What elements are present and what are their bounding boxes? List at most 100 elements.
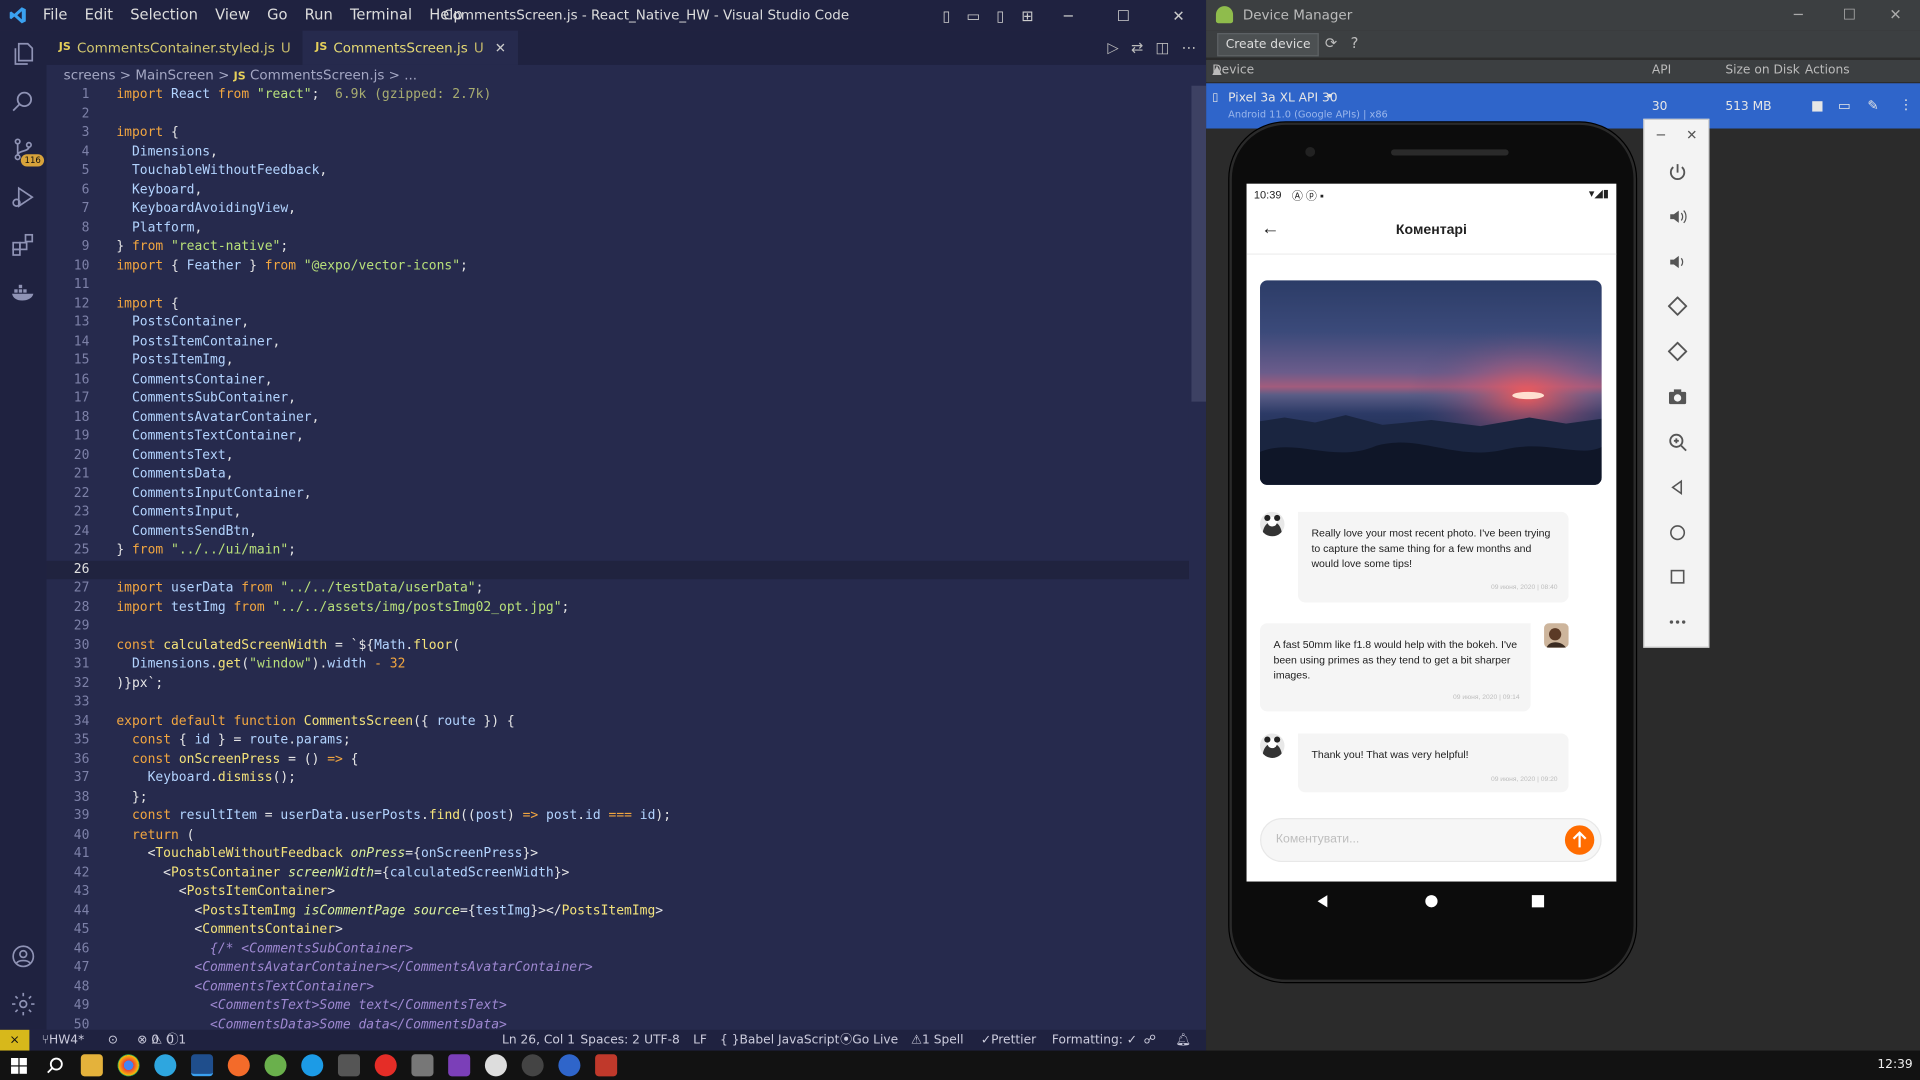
code-line[interactable]: 35 const { id } = route.params;	[47, 731, 1207, 750]
code-line[interactable]: 8 Platform,	[47, 219, 1207, 238]
screenshot-camera-icon[interactable]	[1645, 378, 1711, 415]
code-line[interactable]: 21 CommentsData,	[47, 465, 1207, 484]
code-line[interactable]: 23 CommentsInput,	[47, 503, 1207, 522]
run-file-icon[interactable]: ▷	[1107, 39, 1118, 56]
code-line[interactable]: 14 PostsItemContainer,	[47, 332, 1207, 351]
encoding[interactable]: UTF-8	[644, 1030, 680, 1051]
minimize-panel-icon[interactable]: ─	[1657, 127, 1665, 143]
spell-status[interactable]: ⚠ 1 Spell	[911, 1030, 964, 1051]
source-control-icon[interactable]: 116	[0, 126, 47, 173]
prettier-status[interactable]: ✓ Prettier	[981, 1030, 1036, 1051]
rotate-left-icon[interactable]	[1645, 288, 1711, 325]
code-line[interactable]: 1 import React from "react"; 6.9k (gzippe…	[47, 86, 1207, 105]
code-line[interactable]: 50 <CommentsData>Some data</CommentsData…	[47, 1016, 1207, 1030]
code-line[interactable]: 7 KeyboardAvoidingView,	[47, 200, 1207, 219]
indentation[interactable]: Spaces: 2	[580, 1030, 640, 1051]
tab-comments-container-styled[interactable]: JS CommentsContainer.styled.js U	[47, 31, 303, 65]
end-of-line[interactable]: LF	[693, 1030, 707, 1051]
menu-item-go[interactable]: Go	[259, 0, 297, 31]
maximize-button[interactable]: ☐	[1096, 0, 1151, 31]
code-line[interactable]: 43 <PostsItemContainer>	[47, 883, 1207, 902]
code-line[interactable]: 26	[46, 560, 1207, 580]
code-line[interactable]: 38 };	[47, 788, 1207, 807]
back-triangle-icon[interactable]	[1645, 469, 1711, 506]
home-circle-icon[interactable]	[1645, 514, 1711, 551]
breadcrumb-item[interactable]: MainScreen	[135, 67, 213, 83]
code-line[interactable]: 27 import userData from "../../testData/u…	[47, 579, 1207, 598]
rotate-right-icon[interactable]	[1645, 333, 1711, 370]
breadcrumb-item[interactable]: screens	[64, 67, 116, 83]
explorer-icon[interactable]	[0, 31, 47, 78]
code-line[interactable]: 3 import {	[47, 124, 1207, 143]
app-icon[interactable]	[558, 1054, 581, 1077]
more-options-icon[interactable]	[1645, 604, 1711, 641]
vscode-taskbar-icon[interactable]	[191, 1054, 214, 1077]
code-line[interactable]: 31 Dimensions.get("window").width - 32	[47, 655, 1207, 674]
account-icon[interactable]	[0, 933, 47, 980]
code-line[interactable]: 19 CommentsTextContainer,	[47, 427, 1207, 446]
create-device-button[interactable]: Create device	[1217, 33, 1320, 57]
code-line[interactable]: 34 export default function CommentsScreen…	[47, 712, 1207, 731]
code-line[interactable]: 42 <PostsContainer screenWidth={calculat…	[47, 864, 1207, 883]
code-line[interactable]: 20 CommentsText,	[47, 446, 1207, 465]
vscode-logo-icon[interactable]	[0, 0, 34, 31]
code-line[interactable]: 22 CommentsInputContainer,	[47, 484, 1207, 503]
code-line[interactable]: 16 CommentsContainer,	[47, 370, 1207, 389]
docker-icon[interactable]	[0, 269, 47, 316]
close-tab-icon[interactable]: ✕	[495, 40, 506, 56]
nav-recents-icon[interactable]	[1531, 895, 1545, 908]
power-icon[interactable]	[1645, 154, 1711, 191]
go-live-button[interactable]: ⦿ Go Live	[840, 1030, 898, 1051]
run-debug-icon[interactable]	[0, 174, 47, 221]
editor-scrollbar-thumb[interactable]	[1191, 85, 1207, 402]
code-line[interactable]: 29	[47, 617, 1207, 636]
code-line[interactable]: 4 Dimensions,	[47, 143, 1207, 162]
nav-back-icon[interactable]	[1317, 895, 1328, 908]
minimize-button[interactable]: ─	[1041, 0, 1096, 31]
toggle-panel-icon[interactable]: ▭	[960, 0, 987, 31]
comment-input[interactable]: Коментувати...	[1260, 817, 1602, 863]
breadcrumb-item[interactable]: ...	[404, 67, 417, 83]
close-panel-icon[interactable]: ✕	[1686, 127, 1697, 143]
app-icon[interactable]	[264, 1054, 287, 1077]
volume-up-icon[interactable]	[1645, 198, 1711, 235]
code-line[interactable]: 46 {/* <CommentsSubContainer>	[47, 940, 1207, 959]
code-line[interactable]: 49 <CommentsText>Some text</CommentsText…	[47, 997, 1207, 1016]
help-icon[interactable]: ?	[1351, 34, 1359, 51]
menu-item-view[interactable]: View	[207, 0, 259, 31]
customize-layout-icon[interactable]: ⊞	[1014, 0, 1041, 31]
code-line[interactable]: 47 <CommentsAvatarContainer></CommentsAv…	[47, 959, 1207, 978]
menu-item-selection[interactable]: Selection	[122, 0, 207, 31]
edit-pencil-icon[interactable]: ✎	[1867, 98, 1878, 114]
zoom-icon[interactable]	[1645, 424, 1711, 461]
code-line[interactable]: 40 return (	[47, 826, 1207, 845]
folder-icon[interactable]: ▭	[1838, 98, 1851, 114]
menu-item-edit[interactable]: Edit	[76, 0, 122, 31]
formatting-status[interactable]: Formatting: ✓	[1052, 1030, 1137, 1051]
app-icon[interactable]	[484, 1054, 507, 1077]
manage-gear-icon[interactable]	[0, 981, 47, 1028]
overview-square-icon[interactable]	[1645, 558, 1711, 595]
code-line[interactable]: 30 const calculatedScreenWidth = `${Math.…	[47, 636, 1207, 655]
maximize-button[interactable]: ☐	[1843, 0, 1856, 31]
split-editor-icon[interactable]: ◫	[1156, 39, 1170, 56]
telegram-icon[interactable]	[154, 1054, 177, 1077]
onenote-icon[interactable]	[448, 1054, 471, 1077]
code-line[interactable]: 2	[47, 105, 1207, 124]
code-line[interactable]: 17 CommentsSubContainer,	[47, 389, 1207, 408]
column-api[interactable]: API	[1652, 60, 1671, 82]
app-icon[interactable]	[337, 1054, 361, 1077]
code-line[interactable]: 15 PostsItemImg,	[47, 351, 1207, 370]
sync-icon[interactable]: ⊙	[108, 1030, 118, 1051]
refresh-icon[interactable]: ⟳	[1325, 34, 1337, 51]
menu-item-file[interactable]: File	[34, 0, 76, 31]
branch-status[interactable]: ⑂ HW4*	[42, 1030, 85, 1051]
column-size[interactable]: Size on Disk	[1725, 60, 1799, 82]
problems-status[interactable]: ⊗ 0 ⚠ 0 ⓘ 1	[137, 1030, 186, 1051]
code-line[interactable]: 25} from "../../ui/main";	[47, 541, 1207, 560]
taskbar-clock[interactable]: 12:39	[1877, 1051, 1912, 1080]
stop-icon[interactable]: ■	[1811, 98, 1824, 114]
column-device[interactable]: Device ▲	[1212, 60, 1254, 82]
code-line[interactable]: 13 PostsContainer,	[47, 313, 1207, 332]
windows-start-icon[interactable]	[7, 1054, 29, 1076]
